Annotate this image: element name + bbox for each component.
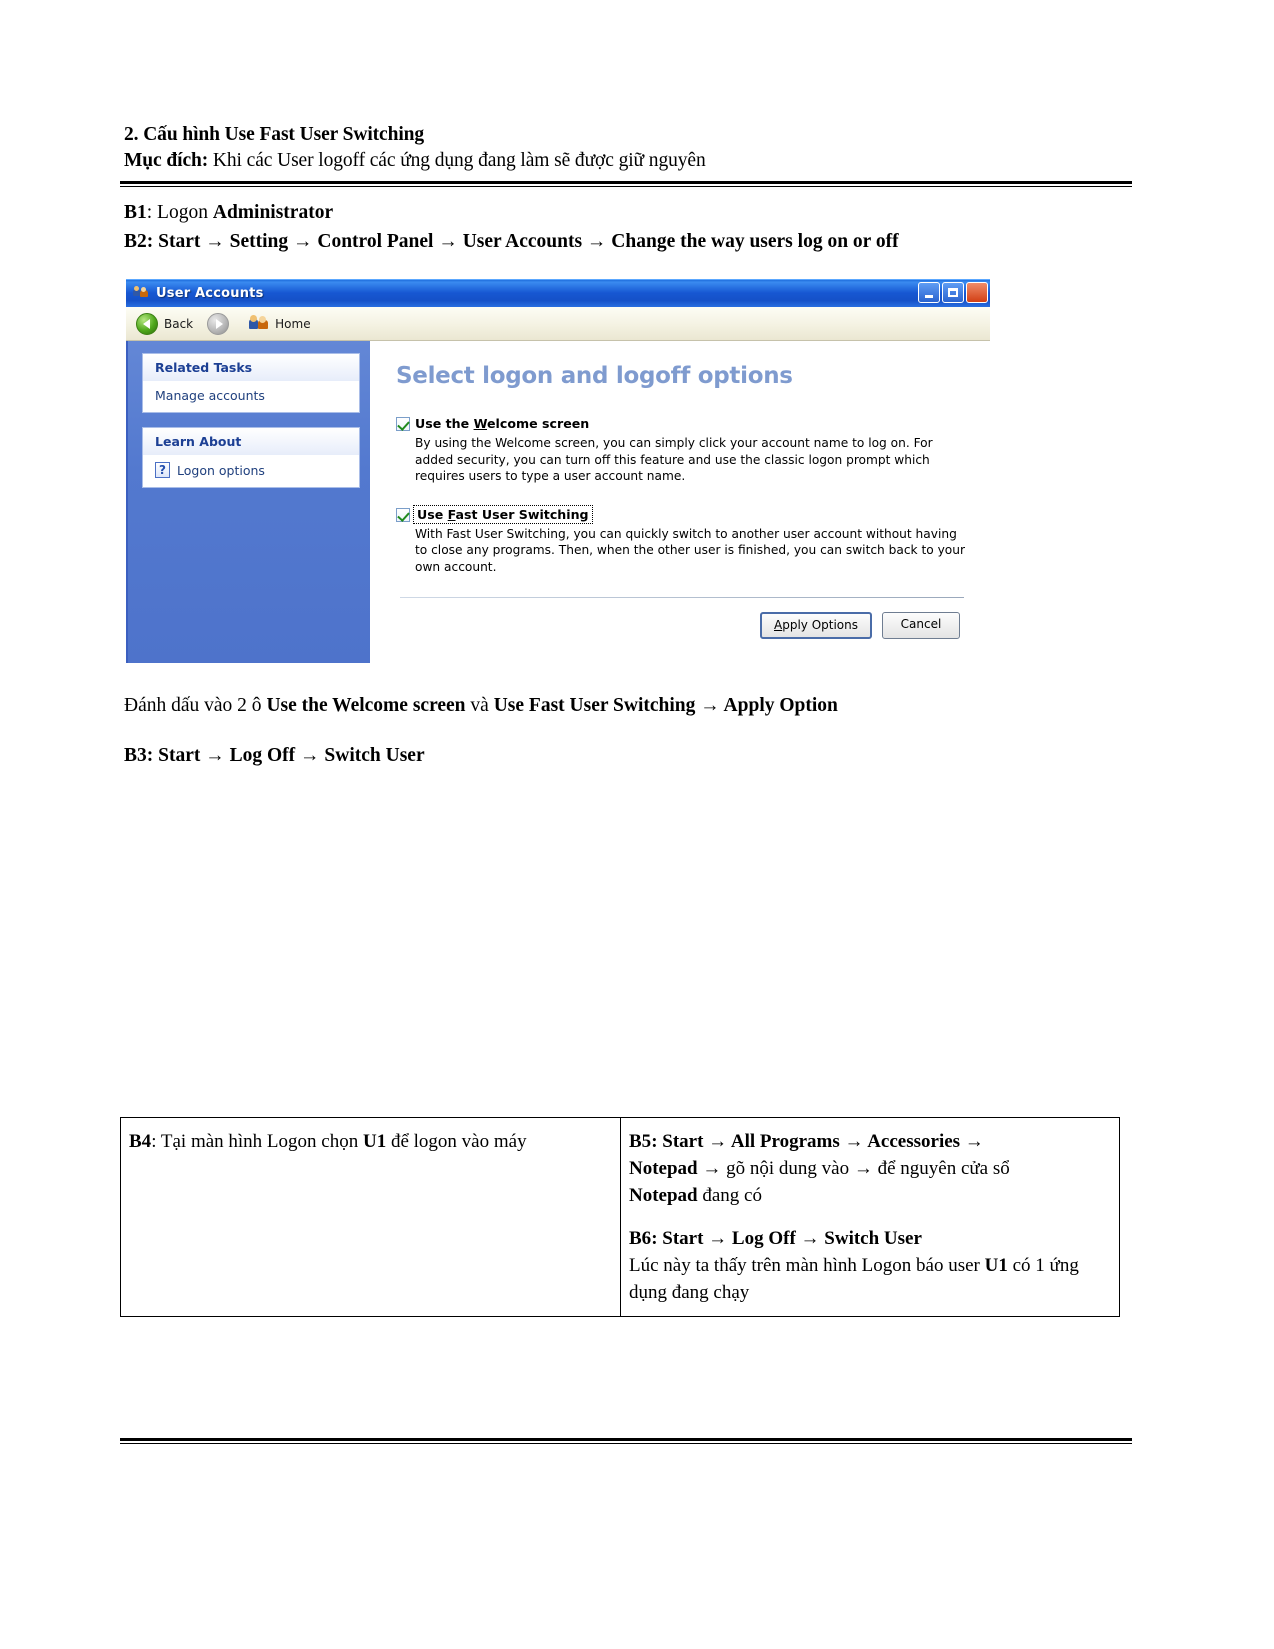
step-b3-label: B3 [124,745,147,766]
welcome-screen-label-pre: Use the [415,416,474,431]
b5-line3-post: đang có [697,1185,762,1206]
step-b2: B2: Start → Setting → Control Panel → Us… [124,227,1144,256]
close-button[interactable] [966,282,988,303]
b4-pre: : Tại màn hình Logon chọn [151,1131,363,1152]
learn-about-panel: Learn About ? Logon options [142,427,360,488]
b6-desc-bold: U1 [984,1255,1008,1276]
divider-bottom [120,1438,1132,1444]
b5-label: B5 [629,1131,652,1152]
caption-lead: Đánh dấu vào 2 ô [124,695,267,716]
main-heading: Select logon and logoff options [396,363,793,389]
user-accounts-window: User Accounts Back Home Related Tasks Ma… [126,279,990,664]
window-title: User Accounts [156,286,264,301]
b6-block: B6: Start → Log Off → Switch User Lúc nà… [629,1225,1109,1306]
b6-desc-1: Lúc này ta thấy trên màn hình Logon báo … [629,1255,985,1276]
step-b1-bold: Administrator [212,202,334,223]
fast-user-switching-checkbox[interactable] [396,507,410,522]
welcome-screen-checkbox-row[interactable]: Use the Welcome screen [396,416,972,431]
caption-button-group [918,282,988,303]
welcome-screen-checkbox[interactable] [396,417,410,431]
fast-user-switching-label[interactable]: Use Fast User Switching [413,504,593,524]
cancel-button[interactable]: Cancel [882,612,960,639]
related-tasks-header: Related Tasks [143,354,359,381]
b5-block: B5: Start → All Programs → Accessories →… [629,1128,1109,1209]
caption-bold-1: Use the Welcome screen [266,695,466,716]
step-b1: B1: Logon Administrator [124,198,1144,227]
fus-label-accel: F [447,506,456,522]
welcome-screen-description: By using the Welcome screen, you can sim… [415,436,933,483]
b5-line1: : Start → All Programs → Accessories → [651,1131,984,1152]
fus-label-pre: Use [417,506,448,522]
sidebar-item-logon-options[interactable]: ? Logon options [143,455,359,487]
sidebar: Related Tasks Manage accounts Learn Abou… [126,341,370,663]
window-titlebar: User Accounts [126,279,990,307]
minimize-button[interactable] [918,282,940,303]
cell-spacer [629,1209,1109,1225]
steps-table: B4: Tại màn hình Logon chọn U1 để logon … [120,1117,1120,1317]
step-b2-text: : Start → Setting → Control Panel → User… [146,231,899,252]
b5-notepad-2: Notepad [629,1185,698,1206]
sidebar-item-label: Manage accounts [155,388,265,403]
steps-block: B1: Logon Administrator B2: Start → Sett… [124,198,1144,256]
home-button[interactable]: Home [249,314,311,333]
users-icon [133,285,150,302]
content-divider [400,597,964,598]
document-page: 2. Cấu hình Use Fast User Switching Mục … [0,0,1274,1649]
step-b3-text: : Start → Log Off → Switch User [146,745,425,766]
question-mark-icon: ? [155,462,170,478]
learn-about-header: Learn About [143,428,359,455]
fast-user-switching-description: With Fast User Switching, you can quickl… [415,526,965,574]
page-title: 2. Cấu hình Use Fast User Switching [124,124,425,145]
window-body: Related Tasks Manage accounts Learn Abou… [126,341,990,663]
apply-label: pply Options [782,618,858,632]
b4-bold: U1 [362,1131,387,1152]
welcome-screen-label-accel: W [473,416,488,431]
fast-user-switching-checkbox-row[interactable]: Use Fast User Switching [396,504,972,524]
b4-post: để logon vào máy [386,1131,527,1152]
b4-label: B4 [129,1131,152,1152]
purpose-label: Mục đích: [124,150,209,171]
home-button-label: Home [275,316,311,331]
table-cell-b4: B4: Tại màn hình Logon chọn U1 để logon … [120,1117,621,1317]
apply-accel: A [773,618,783,632]
back-arrow-icon [136,312,158,335]
option-welcome-screen: Use the Welcome screen By using the Welc… [396,416,972,485]
home-users-icon [249,314,269,333]
step-b3: B3: Start → Log Off → Switch User [124,742,425,770]
apply-options-button[interactable]: Apply Options [759,612,872,639]
back-button-label: Back [164,316,194,331]
step-b1-text: : Logon [146,202,213,223]
back-button[interactable]: Back [136,312,194,335]
dialog-button-row: Apply Options Cancel [396,612,972,639]
b5-notepad-1: Notepad [629,1158,698,1179]
welcome-screen-label-post: elcome screen [487,416,590,431]
sidebar-item-manage-accounts[interactable]: Manage accounts [143,381,359,412]
sidebar-item-label: Logon options [177,462,265,478]
b6-label: B6 [629,1228,652,1249]
step-b2-label: B2 [124,231,147,252]
purpose-line: Mục đích: Khi các User logoff các ứng dụ… [124,148,1134,174]
caption-mid: và [465,695,494,716]
purpose-text: Khi các User logoff các ứng dụng đang là… [208,150,706,171]
fus-label-post: ast User Switching [455,506,589,522]
forward-arrow-icon [207,312,230,335]
caption-bold-2: Use Fast User Switching → Apply Option [493,695,838,716]
welcome-screen-label[interactable]: Use the Welcome screen [415,416,589,431]
forward-button[interactable] [207,312,235,335]
caption-paragraph: Đánh dấu vào 2 ô Use the Welcome screen … [124,692,1134,720]
b5-line2-mid: → gõ nội dung vào → để nguyên cửa sổ [697,1158,1010,1179]
table-row: B4: Tại màn hình Logon chọn U1 để logon … [120,1117,1120,1317]
main-content: Select logon and logoff options Use the … [370,341,990,663]
related-tasks-panel: Related Tasks Manage accounts [142,353,360,413]
b6-bold: : Start → Log Off → Switch User [651,1228,922,1249]
option-fast-user-switching: Use Fast User Switching With Fast User S… [396,504,972,576]
document-heading: 2. Cấu hình Use Fast User Switching Mục … [124,122,1134,174]
table-cell-b5: B5: Start → All Programs → Accessories →… [620,1117,1120,1317]
window-toolbar: Back Home [126,307,990,341]
divider-top [120,181,1132,187]
step-b1-label: B1 [124,202,147,223]
maximize-button[interactable] [942,282,964,303]
